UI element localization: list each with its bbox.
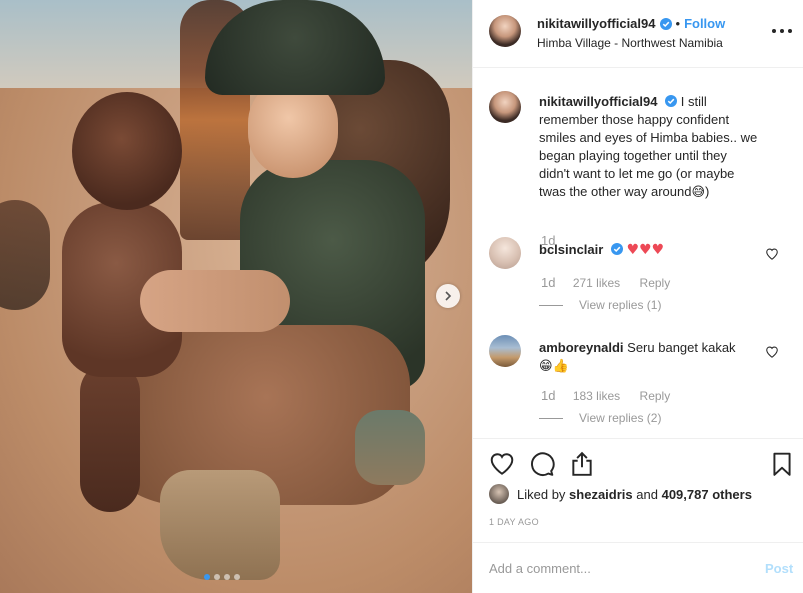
reply-button[interactable]: Reply xyxy=(640,276,671,290)
verified-badge-icon xyxy=(610,243,623,255)
separator-dot: • xyxy=(675,16,681,31)
comments-list[interactable]: nikitawillyofficial94 I still remember t… xyxy=(473,69,803,437)
liker-avatar[interactable] xyxy=(489,484,509,504)
chevron-right-icon xyxy=(445,291,452,301)
comment-meta: 1d 271 likes Reply xyxy=(541,275,670,290)
photo-boot-back xyxy=(355,410,425,485)
carousel-next-button[interactable] xyxy=(436,284,460,308)
carousel-dot xyxy=(234,574,240,580)
carousel-dot xyxy=(224,574,230,580)
comment-likes[interactable]: 271 likes xyxy=(573,276,620,290)
sweat-smile-emoji: 😅 xyxy=(691,185,706,200)
like-comment-heart-icon[interactable] xyxy=(765,247,779,261)
view-replies-button[interactable]: View replies (2) xyxy=(539,411,661,425)
view-replies-label: View replies (1) xyxy=(579,298,662,312)
liked-by-prefix: Liked by xyxy=(517,486,566,502)
comment-likes[interactable]: 183 likes xyxy=(573,389,620,403)
photo-child-head xyxy=(72,92,182,210)
add-comment-input[interactable] xyxy=(489,557,749,579)
red-hearts-emoji: ♥♥♥ xyxy=(626,242,665,258)
verified-badge-icon xyxy=(659,17,672,30)
photo-boot-front xyxy=(160,470,280,580)
likes-count[interactable]: 409,787 others xyxy=(662,487,752,502)
author-avatar[interactable] xyxy=(489,15,521,47)
share-icon[interactable] xyxy=(569,451,595,477)
caption-body: I still remember those happy confident s… xyxy=(539,94,758,199)
like-comment-heart-icon[interactable] xyxy=(765,345,779,359)
more-dot xyxy=(772,29,776,33)
caption-author-avatar[interactable] xyxy=(489,91,521,123)
comment-text: bclsinclair ♥♥♥ xyxy=(539,241,769,259)
more-dot xyxy=(788,29,792,33)
post-header: nikitawillyofficial94 • Follow Himba Vil… xyxy=(473,0,803,68)
verified-badge-icon xyxy=(665,95,678,107)
reply-button[interactable]: Reply xyxy=(640,389,671,403)
post-actions xyxy=(473,438,803,488)
post-panel: nikitawillyofficial94 • Follow Himba Vil… xyxy=(472,0,803,593)
replies-bar xyxy=(539,418,563,420)
commenter-username[interactable]: bclsinclair xyxy=(539,242,603,257)
post-photo[interactable] xyxy=(0,0,472,593)
liker-username[interactable]: shezaidris xyxy=(569,487,633,502)
liked-by-and: and xyxy=(636,486,658,502)
commenter-username[interactable]: amboreynaldi xyxy=(539,340,624,355)
comment-meta: 1d 183 likes Reply xyxy=(541,388,670,403)
comment-icon[interactable] xyxy=(529,451,555,477)
view-replies-button[interactable]: View replies (1) xyxy=(539,298,661,312)
author-username[interactable]: nikitawillyofficial94 xyxy=(537,16,656,31)
more-dot xyxy=(780,29,784,33)
comment-text: amboreynaldi Seru banget kakak 😁👍 xyxy=(539,339,769,376)
caption-text: nikitawillyofficial94 I still remember t… xyxy=(539,93,761,202)
commenter-avatar[interactable] xyxy=(489,335,521,367)
post-comment-button[interactable]: Post xyxy=(765,561,793,576)
comment-time[interactable]: 1d xyxy=(541,388,555,403)
replies-bar xyxy=(539,305,563,307)
view-replies-label: View replies (2) xyxy=(579,411,662,425)
carousel-dot xyxy=(214,574,220,580)
heart-outline-icon[interactable] xyxy=(489,451,515,477)
carousel-dots xyxy=(204,574,240,580)
liked-by: Liked by shezaidris and 409,787 others xyxy=(489,484,752,504)
add-comment-bar: Post xyxy=(473,542,803,593)
carousel-dot-active xyxy=(204,574,210,580)
follow-button[interactable]: Follow xyxy=(684,16,725,31)
author-line: nikitawillyofficial94 • Follow xyxy=(537,16,725,31)
comment-time[interactable]: 1d xyxy=(541,275,555,290)
photo-woman-arm xyxy=(140,270,290,332)
more-options-icon[interactable] xyxy=(772,24,792,38)
comment-body: Seru banget kakak xyxy=(627,340,736,355)
caption-author-username[interactable]: nikitawillyofficial94 xyxy=(539,94,658,109)
post-location[interactable]: Himba Village - Northwest Namibia xyxy=(537,36,723,50)
photo-child-leg xyxy=(80,362,140,512)
grin-thumbs-up-emoji: 😁👍 xyxy=(539,359,569,374)
commenter-avatar[interactable] xyxy=(489,237,521,269)
post-timestamp[interactable]: 1 DAY AGO xyxy=(489,517,539,527)
bookmark-icon[interactable] xyxy=(769,451,795,477)
caption-closing: ) xyxy=(705,184,710,199)
